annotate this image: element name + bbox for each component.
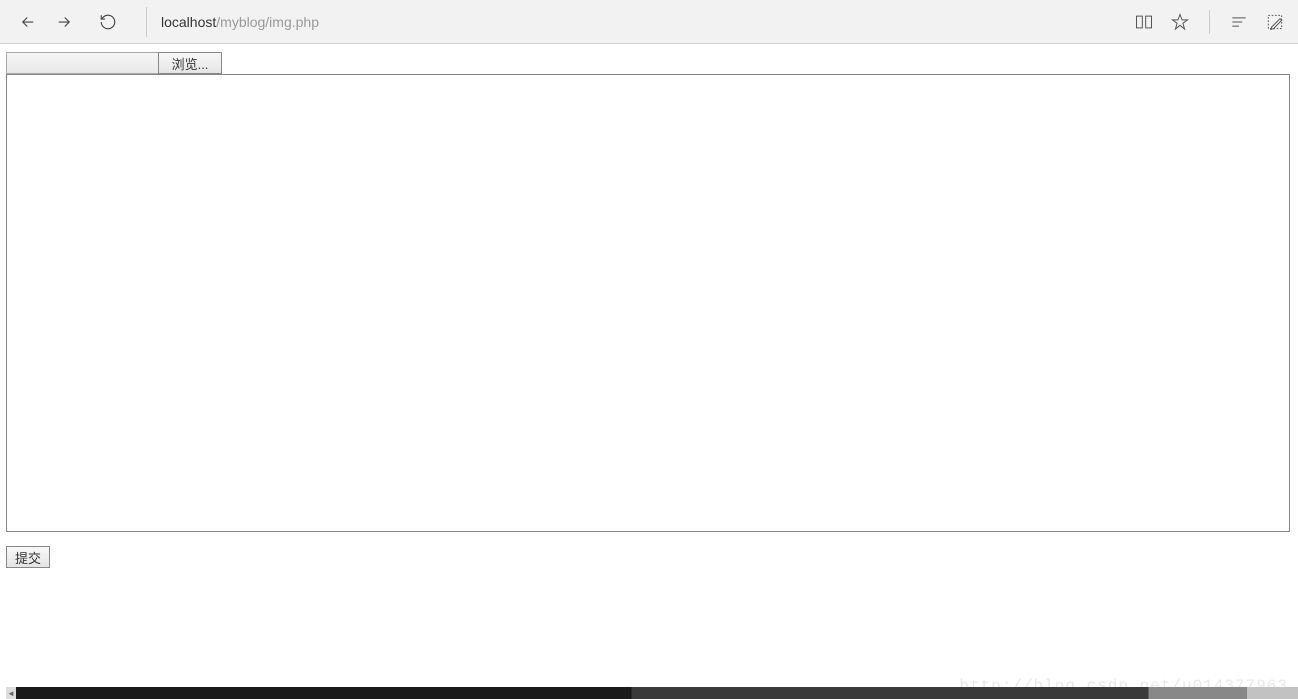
toolbar-separator-right: [1209, 10, 1210, 34]
hub-button[interactable]: [1228, 11, 1250, 33]
back-button[interactable]: [16, 10, 40, 34]
file-path-input[interactable]: [6, 52, 158, 74]
submit-button[interactable]: 提交: [6, 546, 50, 568]
scroll-thumb[interactable]: [16, 687, 1247, 699]
scroll-left-arrow-icon[interactable]: ◄: [6, 687, 16, 699]
page-content: 浏览... 提交: [0, 44, 1298, 576]
toolbar-separator: [146, 7, 147, 37]
note-icon: [1265, 12, 1285, 32]
scroll-track[interactable]: [16, 687, 1298, 699]
refresh-button[interactable]: [96, 10, 120, 34]
content-textarea[interactable]: [6, 74, 1290, 532]
nav-buttons: [8, 10, 128, 34]
horizontal-scrollbar[interactable]: ◄: [6, 687, 1298, 699]
forward-button[interactable]: [52, 10, 76, 34]
reading-view-button[interactable]: [1133, 11, 1155, 33]
toolbar-right-icons: [1133, 10, 1290, 34]
browse-button[interactable]: 浏览...: [158, 52, 222, 74]
book-icon: [1134, 12, 1154, 32]
refresh-icon: [99, 13, 117, 31]
favorite-button[interactable]: [1169, 11, 1191, 33]
browser-toolbar: localhost/myblog/img.php: [0, 0, 1298, 44]
webnote-button[interactable]: [1264, 11, 1286, 33]
arrow-right-icon: [55, 13, 73, 31]
star-icon: [1170, 12, 1190, 32]
file-input-row: 浏览...: [6, 52, 1292, 74]
submit-row: 提交: [6, 546, 1292, 568]
url-host: localhost: [161, 14, 216, 30]
arrow-left-icon: [19, 13, 37, 31]
address-bar[interactable]: localhost/myblog/img.php: [157, 14, 1133, 30]
lines-icon: [1229, 12, 1249, 32]
url-path: /myblog/img.php: [216, 14, 319, 30]
